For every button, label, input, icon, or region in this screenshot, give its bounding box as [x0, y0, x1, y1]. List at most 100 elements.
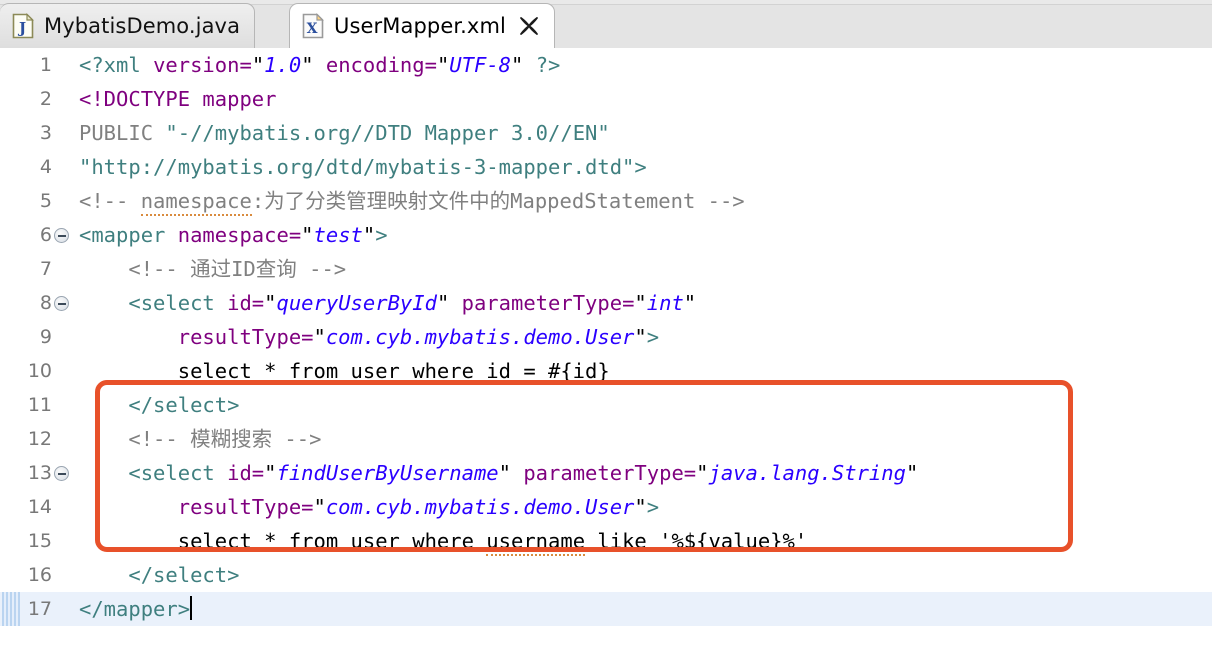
token-text: like '%${value}%' — [585, 529, 808, 553]
token-attr: version= — [153, 53, 252, 77]
code-line[interactable]: 12 <!-- 模糊搜索 --> — [0, 422, 1212, 456]
fold-collapse-icon[interactable] — [54, 296, 69, 311]
tab-usermapper-xml[interactable]: X UserMapper.xml — [289, 3, 555, 48]
code-line[interactable]: 13 <select id="findUserByUsername" param… — [0, 456, 1212, 490]
token-attr: encoding= — [313, 53, 437, 77]
editor-tab-bar: J MybatisDemo.java X UserMapper.xml — [0, 0, 1212, 48]
token-quote: " — [696, 461, 709, 485]
token-quote: " — [436, 53, 450, 77]
token-value: UTF-8 — [449, 53, 512, 77]
token-quote: " — [264, 461, 277, 485]
code-line-current[interactable]: 17 </mapper> — [0, 592, 1212, 626]
java-file-icon: J — [12, 13, 34, 39]
line-number: 3 — [39, 122, 52, 144]
token-value: java.lang.String — [708, 461, 906, 485]
token-value: com.cyb.mybatis.demo.User — [325, 325, 635, 349]
line-number: 10 — [27, 360, 52, 382]
token-comment: <!-- 通过ID查询 --> — [79, 257, 347, 281]
code-line[interactable]: 2 <!DOCTYPE mapper — [0, 82, 1212, 116]
token-tag: </select> — [79, 393, 240, 417]
line-number: 16 — [27, 564, 52, 586]
token-quote: " — [511, 53, 524, 77]
code-text: <?xml version="1.0" encoding="UTF-8" ?> — [79, 48, 560, 82]
token-quote: " — [313, 325, 326, 349]
code-area[interactable]: 1 <?xml version="1.0" encoding="UTF-8" ?… — [0, 48, 1212, 654]
token-text: select * from user where — [79, 529, 487, 553]
token-misspelled-word: username — [486, 529, 586, 556]
token-tag: <?xml — [79, 53, 154, 77]
token-value: queryUserById — [276, 291, 437, 315]
token-tag: > — [646, 325, 660, 349]
token-tag: </mapper> — [79, 597, 191, 621]
code-text: </select> — [79, 558, 239, 592]
fold-collapse-icon[interactable] — [54, 228, 69, 243]
svg-text:X: X — [307, 21, 318, 37]
code-line[interactable]: 16 </select> — [0, 558, 1212, 592]
code-text: <mapper namespace="test"> — [79, 218, 388, 252]
line-number: 4 — [39, 156, 52, 178]
token-string: "-//mybatis.org//DTD Mapper 3.0//EN" — [165, 121, 610, 145]
token-attr: id= — [227, 291, 265, 315]
code-line[interactable]: 8 <select id="queryUserById" parameterTy… — [0, 286, 1212, 320]
token-quote: " — [905, 461, 919, 485]
token-quote: " — [251, 53, 265, 77]
line-number: 17 — [27, 598, 52, 620]
code-text: resultType="com.cyb.mybatis.demo.User"> — [79, 320, 659, 354]
code-editor-window: J MybatisDemo.java X UserMapper.xml 1 <?… — [0, 0, 1212, 654]
code-line[interactable]: 3 PUBLIC "-//mybatis.org//DTD Mapper 3.0… — [0, 116, 1212, 150]
code-line[interactable]: 4 "http://mybatis.org/dtd/mybatis-3-mapp… — [0, 150, 1212, 184]
token-quote: " — [301, 223, 314, 247]
token-attr: resultType= — [79, 325, 314, 349]
code-line[interactable]: 11 </select> — [0, 388, 1212, 422]
token-misspelled-word: namespace — [140, 189, 252, 216]
token-quote: " — [264, 291, 277, 315]
code-text: </mapper> — [79, 592, 193, 626]
token-quote: " — [634, 291, 647, 315]
token-comment: <!-- — [79, 189, 141, 213]
close-icon[interactable] — [518, 15, 540, 37]
code-text: resultType="com.cyb.mybatis.demo.User"> — [79, 490, 659, 524]
token-quote: " — [634, 325, 647, 349]
line-number: 6 — [39, 224, 52, 246]
line-number: 1 — [39, 54, 52, 76]
code-line[interactable]: 1 <?xml version="1.0" encoding="UTF-8" ?… — [0, 48, 1212, 82]
token-quote: " — [313, 495, 326, 519]
code-line[interactable]: 15 select * from user where username lik… — [0, 524, 1212, 558]
tab-mybatisdemo-java[interactable]: J MybatisDemo.java — [0, 3, 256, 48]
token-quote: " — [436, 291, 450, 315]
line-number: 13 — [27, 462, 52, 484]
line-number: 14 — [27, 496, 52, 518]
code-text: select * from user where id = #{id} — [79, 354, 610, 388]
code-line[interactable]: 7 <!-- 通过ID查询 --> — [0, 252, 1212, 286]
fold-collapse-icon[interactable] — [54, 466, 69, 481]
token-tag: <select — [79, 291, 228, 315]
token-keyword: PUBLIC — [79, 121, 166, 145]
line-number: 2 — [39, 88, 52, 110]
token-quote: " — [362, 223, 376, 247]
line-number: 12 — [27, 428, 52, 450]
code-text: <!-- 模糊搜索 --> — [79, 422, 321, 456]
code-line[interactable]: 10 select * from user where id = #{id} — [0, 354, 1212, 388]
token-string: "http://mybatis.org/dtd/mybatis-3-mapper… — [79, 155, 647, 179]
token-comment: :为了分类管理映射文件中的MappedStatement --> — [251, 189, 745, 213]
token-doctype: <!DOCTYPE mapper — [79, 87, 277, 111]
token-attr: namespace= — [177, 223, 302, 247]
text-caret — [190, 596, 193, 620]
xml-file-icon: X — [302, 13, 324, 39]
line-number: 8 — [39, 292, 52, 314]
code-line[interactable]: 14 resultType="com.cyb.mybatis.demo.User… — [0, 490, 1212, 524]
line-number: 7 — [39, 258, 52, 280]
svg-text:J: J — [17, 19, 26, 37]
token-tag: > — [375, 223, 388, 247]
code-line[interactable]: 6 <mapper namespace="test"> — [0, 218, 1212, 252]
token-quote: " — [634, 495, 647, 519]
token-value: 1.0 — [264, 53, 302, 77]
tab-label: UserMapper.xml — [334, 14, 506, 38]
code-line[interactable]: 9 resultType="com.cyb.mybatis.demo.User"… — [0, 320, 1212, 354]
code-line[interactable]: 5 <!-- namespace:为了分类管理映射文件中的MappedState… — [0, 184, 1212, 218]
token-value: findUserByUsername — [276, 461, 499, 485]
code-text: PUBLIC "-//mybatis.org//DTD Mapper 3.0//… — [79, 116, 610, 150]
token-quote: " — [301, 53, 314, 77]
token-attr: parameterType= — [449, 291, 635, 315]
token-tag: ?> — [523, 53, 561, 77]
